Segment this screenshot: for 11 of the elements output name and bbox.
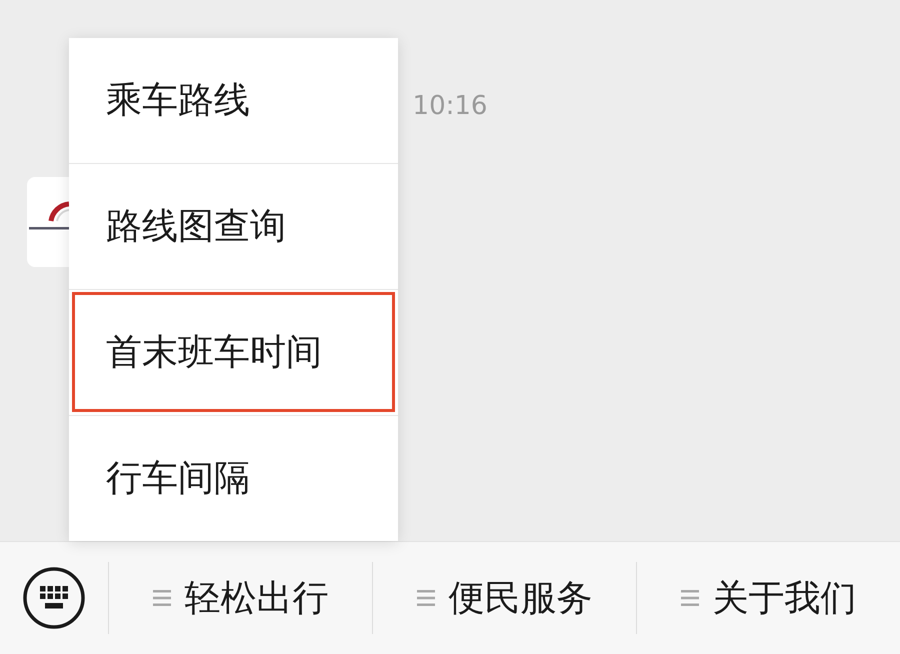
menu-item[interactable]: 路线图查询 [69, 163, 398, 289]
menu-icon [152, 590, 170, 606]
menu-tab[interactable]: 便民服务 [372, 562, 636, 634]
keyboard-icon [23, 567, 85, 629]
menu-tab[interactable]: 关于我们 [636, 562, 900, 634]
menu-icon [416, 590, 434, 606]
menu-tab[interactable]: 轻松出行 [108, 562, 372, 634]
menu-item[interactable]: 首末班车时间 [69, 289, 398, 415]
menu-item[interactable]: 乘车路线 [69, 38, 398, 163]
message-timestamp: 10:16 [412, 91, 488, 121]
menu-icon [680, 590, 698, 606]
